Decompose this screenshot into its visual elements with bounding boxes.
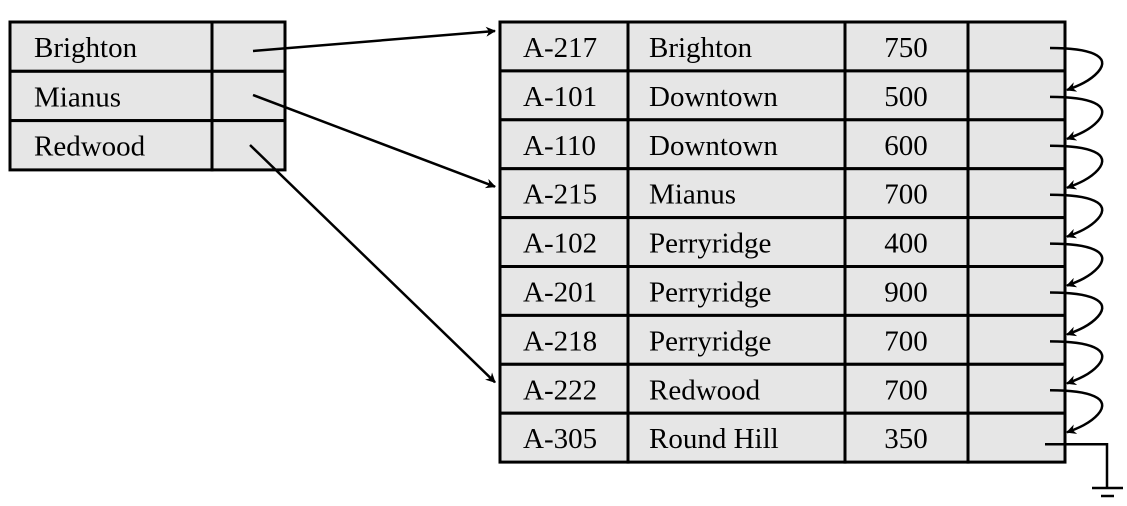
account-number: A-101 bbox=[523, 81, 597, 113]
index-key: Mianus bbox=[34, 81, 121, 113]
account-number: A-215 bbox=[523, 179, 597, 211]
next-pointer-cell bbox=[966, 362, 1067, 415]
balance: 700 bbox=[884, 179, 928, 211]
balance: 350 bbox=[884, 423, 928, 455]
balance: 700 bbox=[884, 374, 928, 406]
index-entry: Redwood bbox=[8, 119, 287, 172]
next-pointer-cell bbox=[966, 69, 1067, 122]
record-row: A-101 Downtown 500 bbox=[498, 69, 1067, 122]
account-number: A-222 bbox=[523, 374, 597, 406]
next-pointer-cell bbox=[966, 167, 1067, 220]
account-number: A-110 bbox=[523, 130, 596, 162]
branch-name: Perryridge bbox=[649, 325, 771, 357]
record-row: A-201 Perryridge 900 bbox=[498, 265, 1067, 317]
branch-name: Mianus bbox=[649, 179, 736, 211]
sparse-index-diagram: BrightonMianusRedwood A-217 Brighton 750A-… bbox=[8, 20, 1123, 498]
branch-name: Brighton bbox=[649, 32, 753, 64]
balance: 400 bbox=[884, 228, 928, 260]
balance: 500 bbox=[884, 81, 928, 113]
branch-name: Downtown bbox=[649, 130, 778, 162]
branch-name: Round Hill bbox=[649, 423, 779, 455]
index-entry: Brighton bbox=[8, 20, 287, 73]
index-table: Brighton Mianus Redwood bbox=[8, 20, 287, 172]
index-pointer-cell bbox=[210, 119, 287, 172]
index-pointer-cell bbox=[210, 20, 287, 73]
record-row: A-222 Redwood 700 bbox=[498, 362, 1067, 415]
next-pointer-cell bbox=[966, 20, 1067, 73]
balance: 700 bbox=[884, 325, 928, 357]
next-pointer-cell bbox=[966, 118, 1067, 171]
record-row: A-215 Mianus 700 bbox=[498, 167, 1067, 220]
branch-name: Redwood bbox=[649, 374, 761, 406]
next-pointer-cell bbox=[966, 216, 1067, 269]
next-pointer-cell bbox=[966, 313, 1067, 366]
record-row: A-102 Perryridge 400 bbox=[498, 216, 1067, 269]
index-key: Redwood bbox=[34, 131, 146, 163]
record-row: A-217 Brighton 750 bbox=[498, 20, 1067, 73]
record-row: A-218 Perryridge 700 bbox=[498, 313, 1067, 366]
account-number: A-218 bbox=[523, 325, 597, 357]
record-table: A-217 Brighton 750 A-101 Downtown 500 A-110 Dow… bbox=[498, 20, 1067, 464]
branch-name: Perryridge bbox=[649, 277, 771, 309]
index-pointer-arrow bbox=[249, 144, 496, 384]
account-number: A-305 bbox=[523, 423, 597, 455]
next-pointer-cell bbox=[966, 265, 1067, 317]
branch-name: Downtown bbox=[649, 81, 778, 113]
index-key: Brighton bbox=[34, 32, 138, 64]
balance: 900 bbox=[884, 277, 928, 309]
index-pointer-arrow bbox=[252, 93, 496, 189]
account-number: A-201 bbox=[523, 277, 597, 309]
account-number: A-217 bbox=[523, 32, 597, 64]
index-pointer-cell bbox=[210, 69, 287, 123]
next-pointer-cell bbox=[966, 411, 1067, 464]
record-row: A-110 Downtown 600 bbox=[498, 118, 1067, 171]
account-number: A-102 bbox=[523, 228, 597, 260]
index-pointer-arrow bbox=[252, 26, 496, 53]
branch-name: Perryridge bbox=[649, 228, 771, 260]
balance: 750 bbox=[884, 32, 928, 64]
index-pointers bbox=[249, 26, 496, 384]
index-entry: Mianus bbox=[8, 69, 287, 123]
record-row: A-305 Round Hill 350 bbox=[498, 411, 1067, 464]
balance: 600 bbox=[884, 130, 928, 162]
